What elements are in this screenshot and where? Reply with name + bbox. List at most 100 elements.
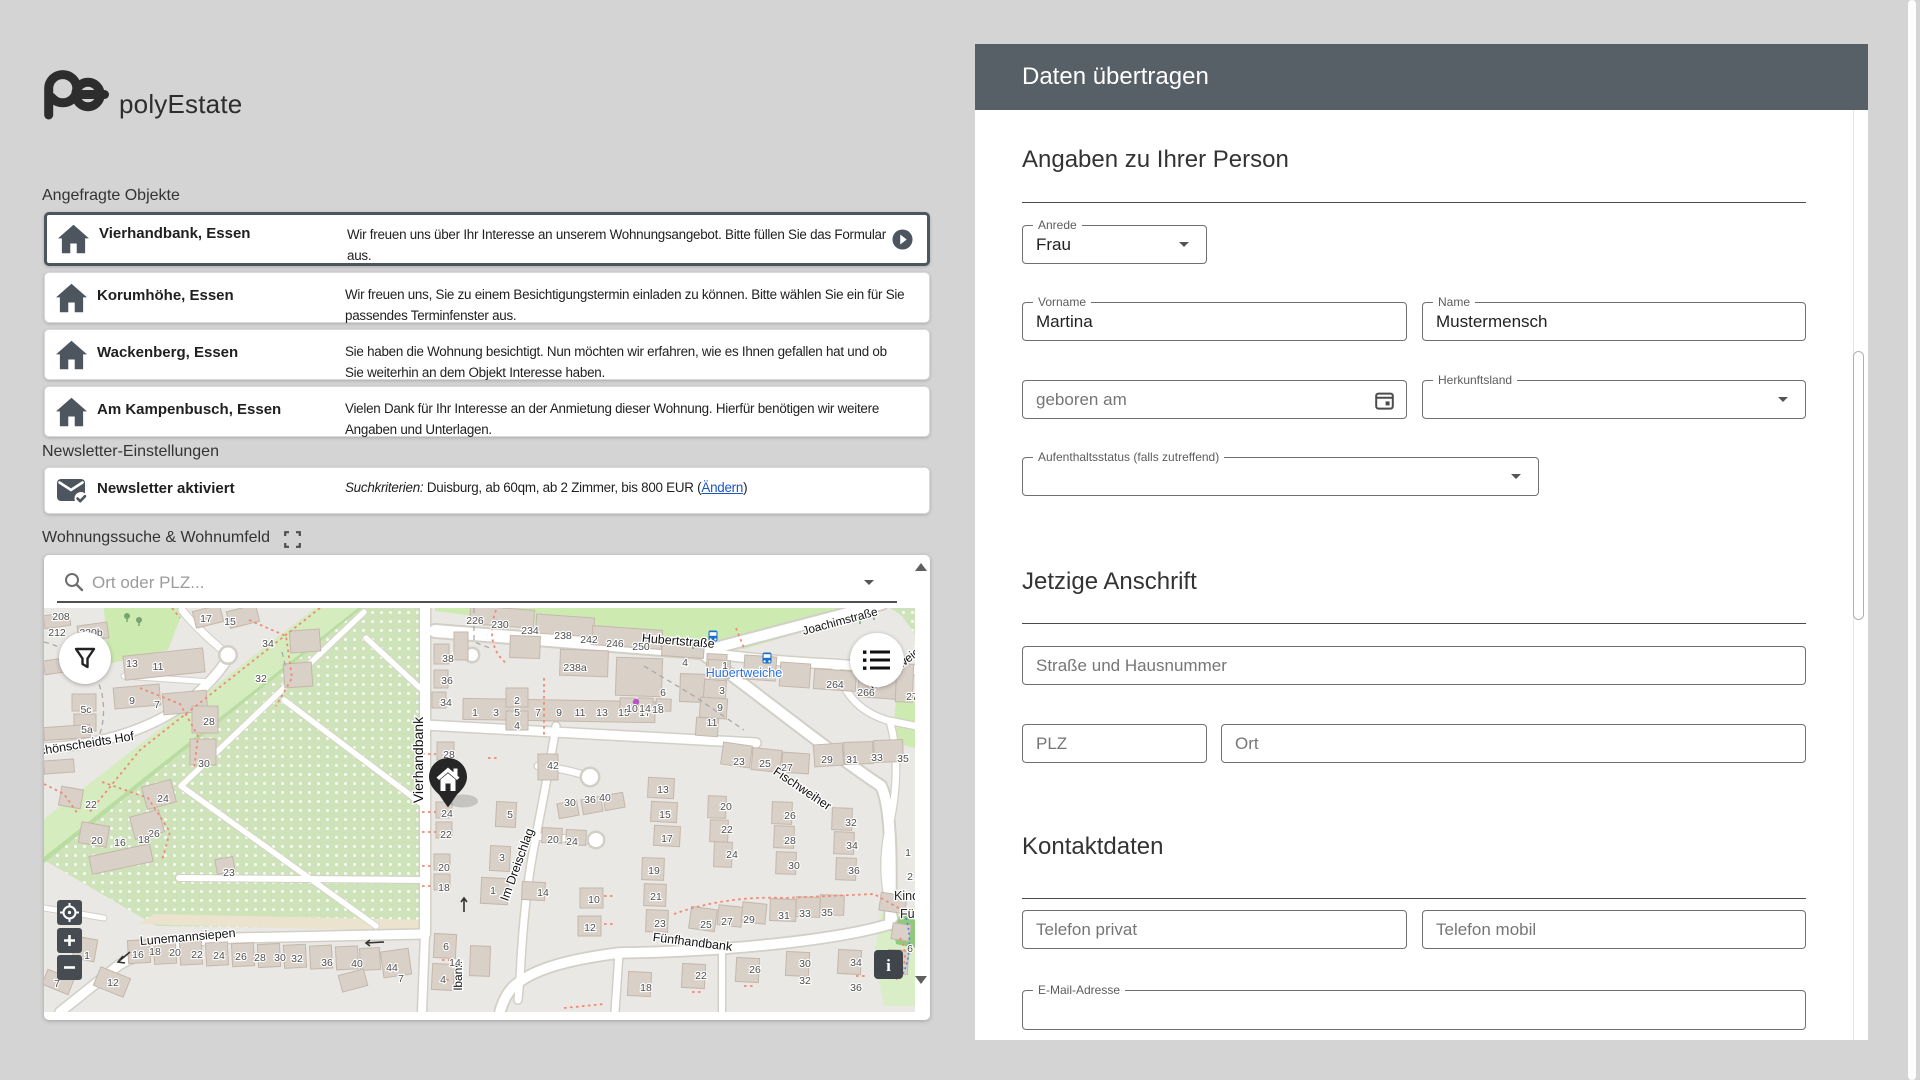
svg-text:246: 246 <box>606 638 624 650</box>
svg-text:42: 42 <box>547 760 559 772</box>
svg-text:23: 23 <box>733 756 745 768</box>
svg-text:22: 22 <box>191 949 203 961</box>
svg-text:22: 22 <box>695 970 707 982</box>
svg-text:20: 20 <box>438 862 450 874</box>
svg-text:28: 28 <box>203 716 215 728</box>
svg-text:24: 24 <box>157 793 169 805</box>
svg-text:Kinderta: Kinderta <box>894 889 915 903</box>
svg-text:2: 2 <box>907 871 913 883</box>
svg-text:11: 11 <box>707 717 718 729</box>
svg-text:Hubertweiche: Hubertweiche <box>706 666 782 680</box>
svg-text:36: 36 <box>441 675 453 687</box>
svg-text:264: 264 <box>826 679 844 691</box>
svg-text:226: 226 <box>466 615 484 627</box>
svg-text:30: 30 <box>788 860 800 872</box>
svg-text:19: 19 <box>648 865 660 877</box>
svg-text:26: 26 <box>148 828 160 840</box>
svg-text:36: 36 <box>848 865 860 877</box>
svg-text:32: 32 <box>291 953 303 965</box>
svg-text:3: 3 <box>719 685 725 697</box>
svg-text:20: 20 <box>91 835 103 847</box>
svg-text:35: 35 <box>821 907 833 919</box>
svg-text:238: 238 <box>554 630 572 642</box>
svg-text:10: 10 <box>588 894 600 906</box>
svg-text:28: 28 <box>784 835 796 847</box>
svg-text:3: 3 <box>499 852 505 864</box>
svg-text:12: 12 <box>107 977 119 989</box>
svg-text:238a: 238a <box>563 662 587 674</box>
svg-text:25: 25 <box>759 758 771 770</box>
svg-text:34: 34 <box>850 957 862 969</box>
svg-text:34: 34 <box>440 697 452 709</box>
svg-text:9: 9 <box>717 702 723 714</box>
svg-text:14: 14 <box>449 957 461 969</box>
svg-text:15: 15 <box>224 616 236 628</box>
svg-text:234: 234 <box>521 625 539 637</box>
svg-text:27: 27 <box>781 762 793 774</box>
svg-text:23: 23 <box>223 867 235 879</box>
svg-text:208: 208 <box>52 611 70 623</box>
svg-text:13: 13 <box>657 784 669 796</box>
svg-text:212: 212 <box>48 627 66 639</box>
svg-text:30: 30 <box>198 758 210 770</box>
svg-text:28: 28 <box>254 952 266 964</box>
svg-text:12: 12 <box>584 922 596 934</box>
svg-text:1: 1 <box>84 950 90 962</box>
svg-text:26: 26 <box>749 964 761 976</box>
svg-text:1: 1 <box>905 847 911 859</box>
svg-text:20: 20 <box>169 947 181 959</box>
svg-text:29: 29 <box>821 754 833 766</box>
svg-text:1: 1 <box>472 707 478 719</box>
svg-text:31: 31 <box>846 754 858 766</box>
svg-text:9: 9 <box>556 707 562 719</box>
svg-text:Fünfha: Fünfha <box>900 907 915 921</box>
svg-text:24: 24 <box>441 808 453 820</box>
svg-text:18: 18 <box>138 834 150 846</box>
svg-text:26: 26 <box>235 951 247 963</box>
svg-text:40: 40 <box>351 958 363 970</box>
svg-text:24: 24 <box>213 950 225 962</box>
svg-text:16: 16 <box>132 949 144 961</box>
svg-text:11: 11 <box>575 707 586 719</box>
svg-text:17: 17 <box>661 833 673 845</box>
svg-text:4: 4 <box>682 657 688 669</box>
svg-text:3: 3 <box>493 707 499 719</box>
svg-text:18: 18 <box>640 982 652 994</box>
svg-text:26: 26 <box>784 810 796 822</box>
svg-text:17: 17 <box>200 613 212 625</box>
svg-text:10: 10 <box>626 703 638 715</box>
svg-text:2: 2 <box>514 695 520 707</box>
svg-text:230: 230 <box>491 619 509 631</box>
svg-text:30: 30 <box>274 952 286 964</box>
svg-text:30: 30 <box>564 797 576 809</box>
svg-text:44: 44 <box>386 962 398 974</box>
svg-text:i: i <box>886 956 891 975</box>
svg-text:7: 7 <box>535 707 541 719</box>
svg-text:33: 33 <box>871 752 883 764</box>
svg-text:5a: 5a <box>81 724 93 736</box>
svg-text:31: 31 <box>778 910 790 922</box>
svg-text:23: 23 <box>654 918 666 930</box>
svg-text:7: 7 <box>398 973 404 985</box>
svg-text:7: 7 <box>154 699 160 711</box>
svg-text:34: 34 <box>262 638 274 650</box>
svg-text:22: 22 <box>440 829 452 841</box>
svg-text:18: 18 <box>652 704 664 716</box>
svg-text:38: 38 <box>442 653 454 665</box>
svg-text:27: 27 <box>721 916 733 928</box>
svg-text:27: 27 <box>906 691 915 703</box>
svg-text:25: 25 <box>700 919 712 931</box>
svg-text:24: 24 <box>566 836 578 848</box>
svg-text:14: 14 <box>639 703 651 715</box>
svg-text:5: 5 <box>507 809 513 821</box>
svg-text:34: 34 <box>846 840 858 852</box>
svg-text:1: 1 <box>490 885 496 897</box>
svg-text:4: 4 <box>440 974 446 986</box>
svg-text:30: 30 <box>799 958 811 970</box>
svg-text:Vierhandbank: Vierhandbank <box>410 716 426 803</box>
svg-text:32: 32 <box>255 673 267 685</box>
svg-text:polyEstate: polyEstate <box>119 89 242 119</box>
svg-text:20: 20 <box>547 834 559 846</box>
svg-text:6: 6 <box>660 687 666 699</box>
svg-text:14: 14 <box>537 887 549 899</box>
